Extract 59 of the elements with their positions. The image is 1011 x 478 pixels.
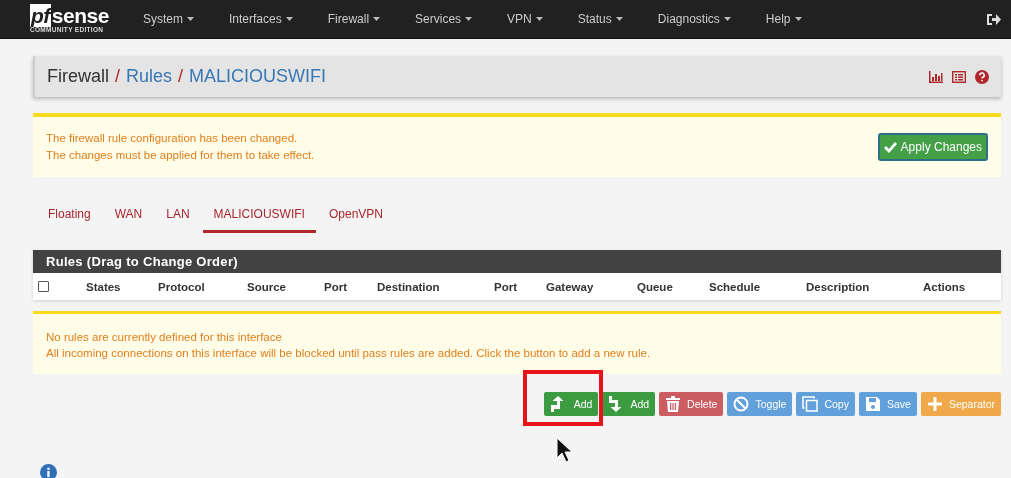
caret-icon <box>285 17 293 21</box>
action-button[interactable]: Delete <box>659 392 724 416</box>
notice-message: No rules are currently defined for this interface <box>46 330 283 345</box>
interface-tab[interactable]: Floating <box>37 198 102 233</box>
column-header: Source <box>247 280 286 293</box>
help-icon[interactable] <box>975 69 989 84</box>
caret-icon <box>794 17 802 21</box>
up-arrow-icon <box>549 396 566 412</box>
interface-tab[interactable]: OpenVPN <box>317 198 394 233</box>
caret-icon <box>535 17 543 21</box>
logout-icon[interactable] <box>987 12 1001 26</box>
column-header: Protocol <box>158 280 205 293</box>
column-header: Gateway <box>546 280 594 293</box>
column-header: Destination <box>377 280 440 293</box>
column-header: Schedule <box>709 280 761 293</box>
nav-menu[interactable]: Help <box>765 12 815 26</box>
nav-menu[interactable]: Diagnostics <box>657 12 744 26</box>
column-header: Port <box>494 280 517 293</box>
action-button[interactable]: Add <box>602 392 656 416</box>
nav-menu[interactable]: Services <box>415 12 486 26</box>
breadcrumb-item[interactable]: MALICIOUSWIFI <box>189 66 327 87</box>
column-header: States <box>86 280 121 293</box>
column-header: Port <box>324 280 347 293</box>
select-all-checkbox[interactable] <box>38 281 49 292</box>
notice-message: All incoming connections on this interface will be blocked until pass rules are added. Click the button to add a new rule. <box>46 346 652 361</box>
breadcrumb-separator: / <box>178 66 184 87</box>
alert-message: The firewall rule configuration has been changed. <box>46 131 299 146</box>
cursor-icon <box>556 437 574 463</box>
check-icon <box>883 141 897 153</box>
interface-tab[interactable]: WAN <box>103 198 154 233</box>
info-icon[interactable] <box>40 464 57 478</box>
nav-menu[interactable]: Interfaces <box>229 12 306 26</box>
caret-icon <box>373 17 381 21</box>
nav-menu[interactable]: Status <box>577 12 636 26</box>
trash-icon <box>665 396 682 412</box>
alert-message: The changes must be applied for them to take effect. <box>46 148 315 163</box>
ban-icon <box>733 396 750 412</box>
nav-menu[interactable]: Firewall <box>327 12 394 26</box>
panel-header: Rules (Drag to Change Order) <box>33 250 1001 273</box>
caret-icon <box>187 17 194 21</box>
breadcrumb-item: Firewall <box>47 66 109 87</box>
column-header: Actions <box>923 280 966 293</box>
breadcrumb-item[interactable]: Rules <box>126 66 173 87</box>
plus-icon <box>926 396 943 412</box>
breadcrumb-separator: / <box>115 66 121 87</box>
chart-icon[interactable] <box>929 70 943 83</box>
caret-icon <box>465 17 473 21</box>
action-button[interactable]: Add <box>543 392 599 416</box>
list-icon[interactable] <box>952 70 966 83</box>
caret-icon <box>723 17 731 21</box>
column-header: Queue <box>637 280 673 293</box>
nav-menu[interactable]: VPN <box>507 12 556 26</box>
caret-icon <box>615 17 623 21</box>
save-icon <box>864 396 881 412</box>
copy-icon <box>802 396 819 412</box>
interface-tab[interactable]: LAN <box>155 198 201 233</box>
column-header: Description <box>806 280 870 293</box>
nav-menu[interactable]: System <box>143 12 207 26</box>
interface-tab[interactable]: MALICIOUSWIFI <box>202 198 316 233</box>
